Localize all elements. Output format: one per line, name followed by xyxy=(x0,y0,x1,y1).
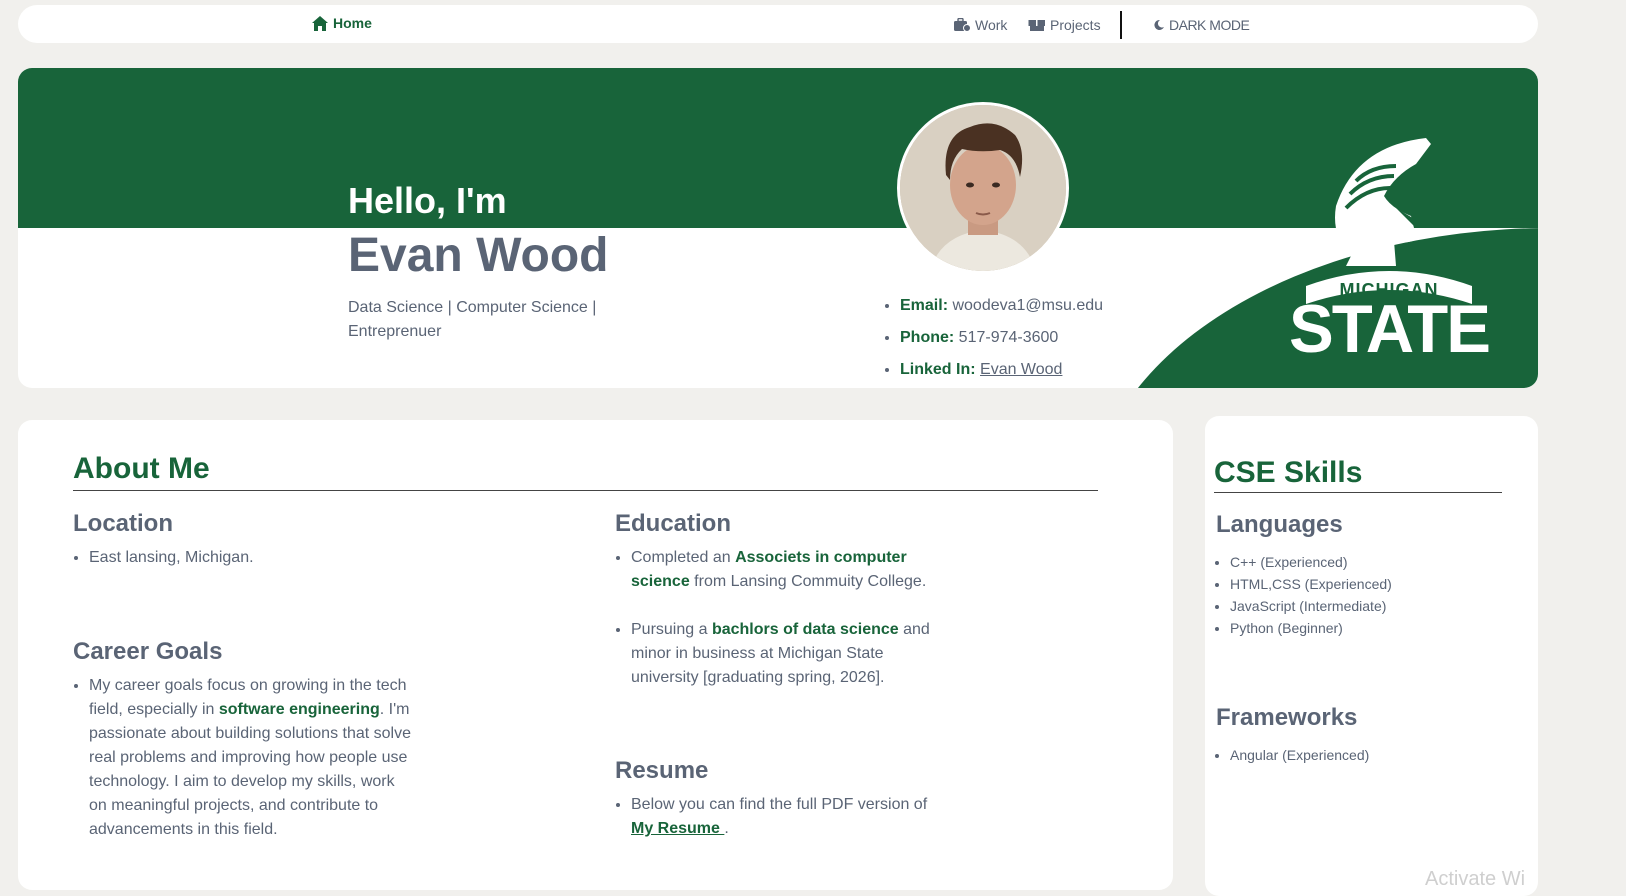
resume-list: Below you can find the full PDF version … xyxy=(615,793,941,841)
education-title: Education xyxy=(615,510,732,537)
career-goals-list: My career goals focus on growing in the … xyxy=(73,674,414,842)
framework-item: Angular (Experienced) xyxy=(1230,744,1369,766)
skills-divider xyxy=(1214,492,1502,493)
about-divider xyxy=(73,490,1098,491)
hero-tagline: Data Science | Computer Science | Entrep… xyxy=(348,299,597,340)
about-title: About Me xyxy=(73,452,210,485)
hero-section: Hello, I'm Evan Wood Data Science | Comp… xyxy=(18,68,1538,388)
hero-name: Evan Wood xyxy=(348,229,609,282)
education-item1-post: from Lansing Commuity College. xyxy=(689,573,927,590)
nav-divider xyxy=(1120,11,1122,39)
education-item: Pursuing a bachlors of data science and … xyxy=(631,618,941,690)
resume-title: Resume xyxy=(615,757,709,784)
logo-text-bottom: STATE xyxy=(1289,291,1489,362)
msu-spartan-logo: MICHIGAN STATE xyxy=(1289,138,1491,362)
phone-value: 517-974-3600 xyxy=(958,329,1059,346)
education-item1-pre: Completed an xyxy=(631,549,736,566)
resume-text-post: . xyxy=(724,820,729,837)
education-list: Completed an Associets in computer scien… xyxy=(615,546,941,690)
languages-list: C++ (Experienced) HTML,CSS (Experienced)… xyxy=(1216,551,1392,639)
education-item2-pre: Pursuing a xyxy=(631,621,712,638)
career-goals-title: Career Goals xyxy=(73,638,223,665)
nav-home-link[interactable]: Home xyxy=(312,15,372,31)
career-goals-item: My career goals focus on growing in the … xyxy=(89,674,414,842)
activate-windows-watermark: Activate Wi xyxy=(1425,868,1526,890)
nav-projects-label: Projects xyxy=(1050,17,1101,33)
frameworks-title: Frameworks xyxy=(1216,704,1358,731)
education-item2-highlight: bachlors of data science xyxy=(711,621,899,638)
career-highlight: software engineering xyxy=(218,701,380,718)
contact-linkedin: Linked In: Evan Wood xyxy=(900,360,1103,388)
career-text-post: . I'm passionate about building solution… xyxy=(89,701,411,838)
resume-item: Below you can find the full PDF version … xyxy=(631,793,941,841)
phone-label: Phone: xyxy=(900,329,955,346)
nav-home-label: Home xyxy=(333,15,372,31)
briefcase-icon xyxy=(954,18,971,32)
dark-mode-toggle[interactable]: DARK MODE xyxy=(1153,17,1250,33)
email-label: Email: xyxy=(900,297,949,314)
skills-title: CSE Skills xyxy=(1214,456,1363,489)
moon-icon xyxy=(1154,19,1164,30)
contact-email: Email: woodeva1@msu.edu xyxy=(900,296,1103,328)
nav-projects-link[interactable]: Projects xyxy=(1028,17,1101,33)
language-item: Python (Beginner) xyxy=(1230,617,1392,639)
location-list: East lansing, Michigan. xyxy=(73,546,429,570)
contact-phone: Phone: 517-974-3600 xyxy=(900,328,1103,360)
cse-skills-card: CSE Skills Languages C++ (Experienced) H… xyxy=(1205,416,1538,896)
language-item: JavaScript (Intermediate) xyxy=(1230,595,1392,617)
resume-link[interactable]: My Resume xyxy=(631,820,724,837)
navbar: Home Work Projects DARK MODE xyxy=(18,5,1538,43)
resume-text: Below you can find the full PDF version … xyxy=(631,796,928,813)
hero-greeting: Hello, I'm xyxy=(348,180,507,221)
languages-title: Languages xyxy=(1216,511,1343,538)
language-item: C++ (Experienced) xyxy=(1230,551,1392,573)
boxes-icon xyxy=(1028,20,1045,31)
language-item: HTML,CSS (Experienced) xyxy=(1230,573,1392,595)
location-item: East lansing, Michigan. xyxy=(89,546,429,570)
profile-photo xyxy=(897,102,1069,274)
nav-work-label: Work xyxy=(975,17,1008,33)
nav-work-link[interactable]: Work xyxy=(953,17,1007,33)
linkedin-label: Linked In: xyxy=(900,361,976,378)
contact-list: Email: woodeva1@msu.edu Phone: 517-974-3… xyxy=(882,296,1103,388)
linkedin-link[interactable]: Evan Wood xyxy=(980,361,1062,378)
education-item: Completed an Associets in computer scien… xyxy=(631,546,941,594)
home-icon xyxy=(312,15,328,31)
location-title: Location xyxy=(73,510,173,537)
email-value: woodeva1@msu.edu xyxy=(952,297,1104,314)
dark-mode-label: DARK MODE xyxy=(1169,17,1250,33)
about-me-card: About Me Location East lansing, Michigan… xyxy=(18,420,1173,890)
frameworks-list: Angular (Experienced) xyxy=(1216,744,1369,766)
